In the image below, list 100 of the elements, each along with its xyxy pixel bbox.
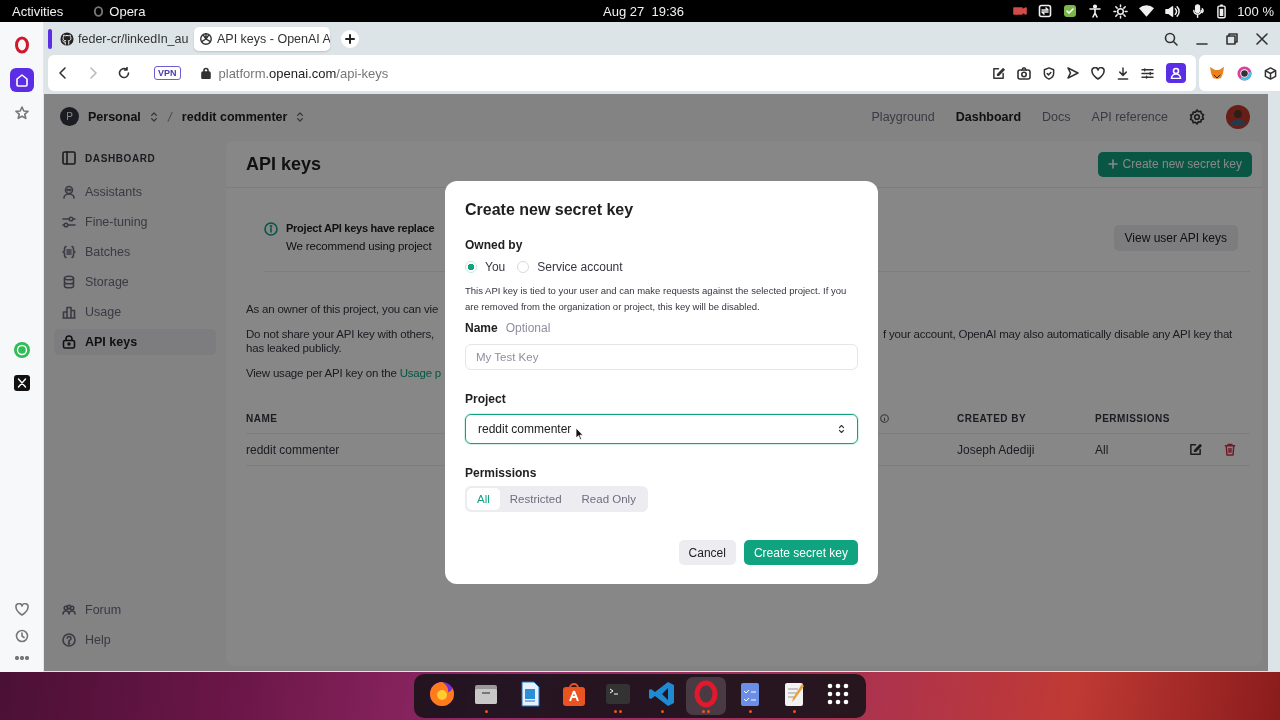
fox-icon[interactable] [1209, 66, 1225, 80]
download-icon[interactable] [1117, 66, 1129, 80]
table-cell: reddit commenter [246, 442, 340, 457]
nav-link[interactable]: Playground [871, 109, 935, 124]
info-icon [264, 222, 278, 236]
sidebar-link[interactable]: Help [54, 627, 216, 653]
paragraph: Do not share your API key with others, [246, 328, 434, 340]
wifi-icon[interactable] [1139, 5, 1155, 17]
radio-option[interactable]: Service account [517, 260, 623, 274]
brightness-icon[interactable] [1113, 3, 1129, 19]
dialog-title: Create new secret key [465, 201, 635, 219]
heart-icon[interactable] [1091, 66, 1105, 80]
nav-link[interactable]: API reference [1091, 109, 1168, 124]
field-hint: Optional [505, 321, 551, 335]
sidebar-item[interactable]: Storage [54, 269, 216, 295]
usage-link[interactable]: Usage p [399, 367, 442, 379]
back-icon[interactable] [58, 67, 68, 79]
screen-icon[interactable] [1038, 4, 1053, 18]
sidebar-icon[interactable] [62, 151, 76, 165]
microphone-icon[interactable] [1191, 3, 1207, 19]
chevron-updown-icon [838, 424, 845, 434]
clock-icon[interactable] [14, 629, 29, 643]
create-key-button[interactable]: Create new secret key [1097, 151, 1252, 177]
address-field[interactable]: platform.openai.com/api-keys [218, 65, 389, 81]
app-menu[interactable]: Opera [109, 3, 146, 19]
sidebar-item[interactable]: Fine-tuning [54, 209, 216, 235]
create-button[interactable]: Create secret key [743, 540, 858, 565]
info-icon [880, 413, 889, 423]
bar-chart-icon [62, 305, 76, 319]
name-field[interactable]: My Test Key [465, 344, 858, 370]
nav-link[interactable]: Docs [1042, 109, 1071, 124]
nav-link[interactable]: Dashboard [955, 109, 1022, 124]
x-logo-icon[interactable] [13, 375, 30, 391]
notice-title: Project API keys have replace [286, 222, 435, 234]
camera-icon[interactable] [1017, 66, 1031, 80]
running-indicator [484, 709, 488, 713]
help-icon [62, 633, 76, 647]
opera-logo-icon[interactable] [13, 36, 30, 54]
table-cell: All [1095, 442, 1109, 457]
organization-selector[interactable]: Personal [88, 109, 141, 124]
database-icon [62, 275, 76, 289]
segment-tab[interactable]: Read Only [571, 488, 646, 510]
search-icon[interactable] [1164, 31, 1178, 46]
running-indicator [748, 709, 752, 713]
vpn-badge[interactable]: VPN [154, 66, 181, 80]
github-icon [60, 31, 74, 46]
cancel-button[interactable]: Cancel [678, 540, 736, 565]
sidebar-heading: DASHBOARD [85, 152, 156, 164]
notice-text: We recommend using project [286, 240, 433, 252]
reload-icon[interactable] [118, 67, 130, 79]
tab-indicator [48, 28, 52, 49]
person-icon [1170, 67, 1182, 79]
ring-icon[interactable] [1237, 65, 1252, 81]
column-header: PERMISSIONS [1095, 412, 1170, 424]
clock[interactable]: Aug 27 19:36 [603, 4, 684, 19]
user-avatar[interactable] [1226, 104, 1250, 129]
segment-tab[interactable]: Restricted [499, 488, 572, 510]
plus-icon [1107, 159, 1118, 169]
column-header: CREATED BY [957, 412, 1027, 424]
home-icon [14, 73, 29, 87]
chevron-updown-icon[interactable] [149, 110, 158, 123]
field-label: Permissions [465, 466, 538, 480]
radio-button[interactable] [465, 261, 477, 273]
accessibility-icon[interactable] [1088, 4, 1103, 18]
restore-icon[interactable] [1226, 32, 1238, 45]
settings-icon[interactable] [1189, 108, 1205, 125]
more-icon[interactable] [14, 656, 29, 660]
trash-icon[interactable] [1224, 443, 1236, 456]
browser-tab[interactable]: feder-cr/linkedIn_au [55, 26, 191, 51]
sidebar-link[interactable]: Forum [54, 597, 216, 623]
edit-icon[interactable] [992, 66, 1005, 80]
field-label: Project [465, 392, 507, 406]
radio-option[interactable]: You [465, 260, 506, 274]
lock-icon [200, 67, 211, 79]
cube-icon[interactable] [1264, 66, 1277, 80]
running-indicator [660, 709, 664, 713]
sidebar-item[interactable]: Batches [54, 239, 216, 265]
running-indicator [792, 709, 796, 713]
project-dropdown[interactable]: reddit commenter [465, 414, 858, 444]
chevron-updown-icon[interactable] [296, 110, 305, 123]
profile-button[interactable] [1166, 63, 1186, 83]
sidebar-item[interactable]: API keys [54, 329, 216, 355]
close-icon[interactable] [1256, 32, 1268, 45]
home-button[interactable] [9, 68, 34, 92]
battery-icon[interactable] [1217, 3, 1227, 19]
volume-icon[interactable] [1165, 4, 1181, 18]
segment-tab[interactable]: All [467, 488, 500, 510]
new-tab-button[interactable] [341, 29, 359, 48]
project-selector[interactable]: reddit commenter [181, 109, 288, 124]
code-editor-icon [648, 679, 676, 708]
browser-icon [428, 679, 456, 708]
column-header: NAME [246, 412, 278, 424]
sidebar-item[interactable]: Usage [54, 299, 216, 325]
browser-tab[interactable]: API keys - OpenAI A [194, 26, 330, 51]
send-icon[interactable] [1067, 67, 1079, 79]
field-label: Owned by [465, 238, 524, 252]
activities-button[interactable]: Activities [12, 3, 64, 19]
menu-icon[interactable] [1141, 67, 1154, 79]
sidebar-item[interactable]: Assistants [54, 179, 216, 205]
view-user-keys-button[interactable]: View user API keys [1113, 225, 1238, 251]
